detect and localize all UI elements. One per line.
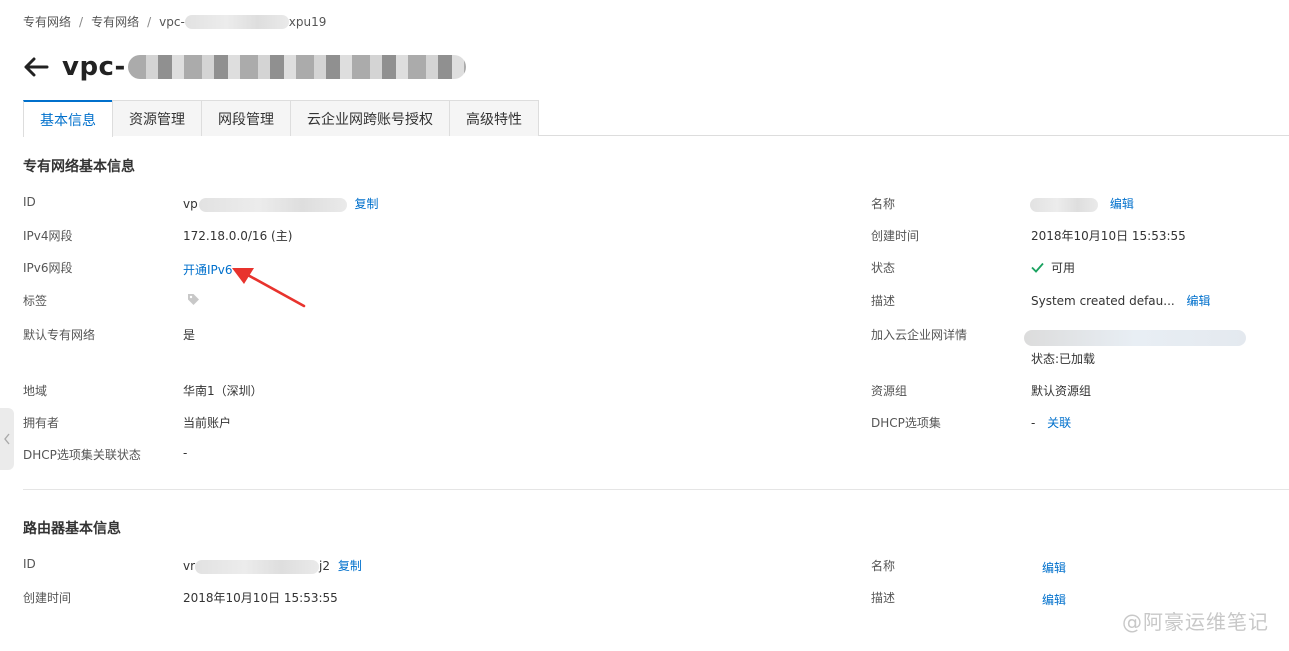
dhcp-options-label: DHCP选项集	[871, 416, 941, 430]
router-id-label: ID	[23, 557, 36, 571]
router-created-value: 2018年10月10日 15:53:55	[183, 591, 338, 605]
sidebar-collapse-toggle[interactable]	[0, 408, 14, 470]
arrow-left-icon	[24, 57, 49, 77]
tag-icon	[188, 294, 199, 305]
ipv4-label: IPv4网段	[23, 229, 73, 243]
breadcrumb-item-vpc-prefix: vpc-	[159, 14, 185, 29]
tab-resource-management[interactable]: 资源管理	[112, 100, 202, 136]
description-value: System created defau... 编辑	[1031, 292, 1211, 309]
cen-details-value	[1024, 330, 1246, 346]
edit-router-name-button[interactable]: 编辑	[1042, 559, 1066, 576]
ipv6-label: IPv6网段	[23, 261, 73, 275]
router-id-value: vr j2 复制	[183, 557, 362, 574]
vpc-id-prefix: vp	[183, 197, 198, 211]
tab-basic-info[interactable]: 基本信息	[23, 100, 113, 137]
status-text: 可用	[1051, 261, 1076, 275]
router-name-label: 名称	[871, 559, 896, 573]
tab-cen-cross-account[interactable]: 云企业网跨账号授权	[290, 100, 450, 136]
copy-vpc-id-button[interactable]: 复制	[355, 197, 379, 211]
created-time-label: 创建时间	[871, 229, 920, 243]
router-created-label: 创建时间	[23, 591, 72, 605]
description-label: 描述	[871, 294, 896, 308]
edit-description-button[interactable]: 编辑	[1187, 294, 1211, 308]
edit-vpc-name-button[interactable]: 编辑	[1110, 197, 1134, 211]
status-label: 状态	[871, 261, 896, 275]
edit-tag-button[interactable]	[187, 293, 200, 309]
region-value: 华南1（深圳）	[183, 384, 263, 398]
ipv4-value: 172.18.0.0/16 (主)	[183, 229, 293, 243]
page-header: vpc-	[22, 50, 466, 84]
watermark-text: @阿豪运维笔记	[1122, 610, 1269, 634]
breadcrumb-separator: /	[147, 14, 152, 29]
vpc-name-value: 编辑	[1030, 195, 1134, 212]
dhcp-status-label: DHCP选项集关联状态	[23, 448, 141, 462]
check-icon	[1031, 262, 1044, 273]
redacted-text	[1030, 197, 1098, 212]
resource-group-label: 资源组	[871, 384, 908, 398]
vpc-name-label: 名称	[871, 197, 896, 211]
router-description-label: 描述	[871, 591, 896, 605]
resource-group-value: 默认资源组	[1031, 384, 1092, 398]
default-vpc-label: 默认专有网络	[23, 328, 96, 342]
vpc-id-value: vp 复制	[183, 195, 379, 212]
back-button[interactable]	[22, 53, 50, 81]
chevron-left-icon	[4, 433, 10, 445]
status-value: 可用	[1031, 259, 1075, 276]
vpc-id-label: ID	[23, 195, 36, 209]
breadcrumb-item-vpc-list[interactable]: 专有网络	[91, 13, 139, 30]
breadcrumb-item-vpc-home[interactable]: 专有网络	[23, 13, 71, 30]
associate-dhcp-button[interactable]: 关联	[1047, 416, 1071, 430]
region-label: 地域	[23, 384, 48, 398]
tab-cidr-management[interactable]: 网段管理	[201, 100, 291, 136]
router-id-prefix: vr	[183, 559, 196, 573]
breadcrumb-separator: /	[79, 14, 84, 29]
copy-router-id-button[interactable]: 复制	[338, 559, 362, 573]
tag-label: 标签	[23, 294, 48, 308]
breadcrumb-item-vpc-suffix: xpu19	[288, 14, 327, 29]
edit-router-description-button[interactable]: 编辑	[1042, 591, 1066, 608]
description-text: System created defau...	[1031, 294, 1175, 308]
owner-value: 当前账户	[183, 416, 232, 430]
vpc-section-title: 专有网络基本信息	[23, 159, 135, 175]
router-id-suffix: j2	[319, 559, 331, 573]
redacted-text	[195, 559, 320, 574]
owner-label: 拥有者	[23, 416, 60, 430]
default-vpc-value: 是	[183, 328, 196, 342]
tab-bar: 基本信息 资源管理 网段管理 云企业网跨账号授权 高级特性	[23, 100, 1289, 137]
annotation-arrow-icon	[232, 268, 306, 308]
section-divider	[23, 489, 1289, 490]
redacted-text	[1024, 330, 1246, 346]
tab-advanced-features[interactable]: 高级特性	[449, 100, 539, 136]
redacted-text	[198, 197, 347, 212]
redacted-title	[127, 55, 466, 79]
router-section-title: 路由器基本信息	[23, 521, 121, 537]
cen-details-label: 加入云企业网详情	[871, 328, 968, 342]
created-time-value: 2018年10月10日 15:53:55	[1031, 229, 1186, 243]
enable-ipv6-link[interactable]: 开通IPv6	[183, 261, 233, 278]
dhcp-options-value: - 关联	[1031, 414, 1071, 431]
breadcrumb: 专有网络 / 专有网络 / vpc- xpu19	[23, 13, 326, 30]
dhcp-status-value: -	[183, 446, 188, 460]
page-title: vpc-	[62, 52, 126, 82]
redacted-text	[184, 14, 289, 29]
dhcp-options-text: -	[1031, 416, 1036, 430]
cen-status-value: 状态:已加载	[1031, 352, 1096, 366]
